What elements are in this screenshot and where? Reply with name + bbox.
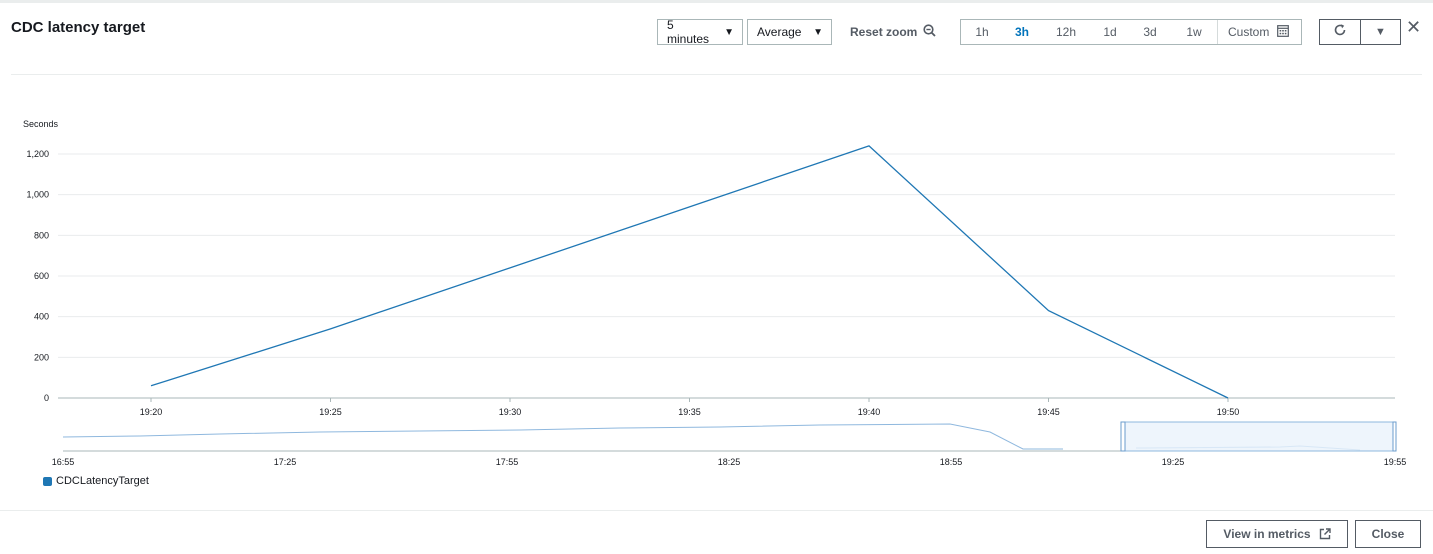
x-tick-label: 19:25 — [319, 407, 342, 417]
navigator-tick-label: 16:55 — [52, 457, 75, 467]
reset-zoom-label: Reset zoom — [850, 25, 918, 39]
refresh-control: ▼ — [1319, 19, 1401, 45]
refresh-options-button[interactable]: ▼ — [1359, 20, 1400, 44]
top-border — [0, 0, 1433, 3]
caret-down-icon: ▼ — [813, 26, 823, 38]
navigator-trend — [62, 423, 1063, 450]
refresh-button[interactable] — [1320, 20, 1360, 44]
navigator-tick-label: 19:55 — [1384, 457, 1407, 467]
y-tick-label: 1,200 — [26, 149, 49, 159]
series-lines — [150, 145, 1229, 399]
series-line — [150, 145, 1229, 399]
view-in-metrics-button[interactable]: View in metrics — [1206, 520, 1348, 548]
legend-swatch — [43, 476, 52, 486]
range-custom[interactable]: Custom — [1217, 20, 1290, 44]
range-3h[interactable]: 3h — [1003, 25, 1041, 39]
navigator-tick-label: 17:25 — [274, 457, 297, 467]
x-axis-ticks: 19:20 19:25 19:30 19:35 19:40 19:45 19:50 — [140, 398, 1240, 417]
custom-label: Custom — [1228, 25, 1270, 39]
range-1d[interactable]: 1d — [1091, 25, 1129, 39]
y-tick-label: 1,000 — [26, 190, 49, 200]
header-divider — [11, 74, 1422, 75]
grid-lines — [58, 153, 1395, 399]
y-tick-label: 400 — [34, 312, 49, 322]
legend: CDCLatencyTarget — [43, 475, 149, 487]
y-tick-label: 600 — [34, 271, 49, 281]
legend-label[interactable]: CDCLatencyTarget — [56, 475, 149, 487]
navigator-selection — [1122, 421, 1396, 452]
navigator-tick-label: 18:25 — [718, 457, 741, 467]
view-in-metrics-label: View in metrics — [1223, 527, 1311, 541]
x-tick-label: 19:35 — [678, 407, 701, 417]
period-dropdown[interactable]: 5 minutes ▼ — [657, 18, 743, 46]
x-tick-label: 19:30 — [499, 407, 522, 417]
close-button[interactable]: Close — [1355, 520, 1421, 548]
navigator-handle-left — [1120, 421, 1126, 452]
y-tick-label: 800 — [34, 230, 49, 240]
range-3d[interactable]: 3d — [1129, 25, 1171, 39]
statistic-value: Average — [757, 25, 802, 39]
range-1h[interactable]: 1h — [961, 25, 1003, 39]
calendar-icon — [1277, 24, 1290, 40]
x-tick-label: 19:45 — [1037, 407, 1060, 417]
close-icon[interactable]: ✕ — [1406, 18, 1421, 36]
caret-down-icon: ▼ — [724, 26, 734, 38]
refresh-icon — [1333, 23, 1347, 42]
external-link-icon — [1319, 528, 1331, 540]
range-12h[interactable]: 12h — [1041, 25, 1091, 39]
time-range-selector: 1h 3h 12h 1d 3d 1w Custom — [960, 19, 1302, 45]
x-tick-label: 19:40 — [858, 407, 881, 417]
reset-zoom-button[interactable]: Reset zoom — [850, 24, 936, 40]
range-1w[interactable]: 1w — [1171, 25, 1217, 39]
y-tick-label: 200 — [34, 352, 49, 362]
caret-down-icon: ▼ — [1375, 26, 1386, 38]
footer-divider — [0, 510, 1433, 511]
widget-title: CDC latency target — [11, 19, 146, 36]
navigator-tick-label: 17:55 — [496, 457, 519, 467]
navigator-tick-label: 19:25 — [1162, 457, 1185, 467]
y-tick-label: 0 — [44, 393, 49, 403]
x-tick-label: 19:20 — [140, 407, 163, 417]
statistic-dropdown[interactable]: Average ▼ — [747, 19, 832, 45]
zoom-out-icon — [923, 24, 936, 40]
time-navigator[interactable]: 16:55 17:25 17:55 18:25 18:55 19:25 19:55 — [52, 421, 1407, 467]
navigator-handle-right — [1392, 421, 1397, 452]
line-chart: Seconds 02004006008001,0001,200 19:20 19:… — [23, 119, 1407, 467]
y-axis-label: Seconds — [23, 119, 59, 129]
period-value: 5 minutes — [667, 18, 710, 46]
x-tick-label: 19:50 — [1217, 407, 1240, 417]
navigator-tick-label: 18:55 — [940, 457, 963, 467]
y-axis-ticks: 0 200 400 600 800 1,000 1,200 — [26, 149, 49, 403]
